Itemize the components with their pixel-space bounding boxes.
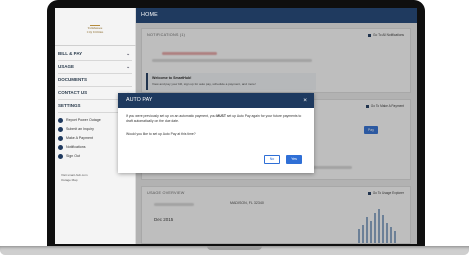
- modal-message-emphasis: MUST: [216, 114, 226, 118]
- sidebar-item-documents[interactable]: DOCUMENTS: [58, 74, 132, 85]
- logo: Tallahassee City Utilities: [66, 17, 124, 43]
- chevron-down-icon: ⌄: [126, 51, 130, 56]
- quick-link-label: Sign Out: [66, 154, 80, 158]
- sidebar-item-label: USAGE: [58, 64, 75, 69]
- alert-icon: [58, 117, 63, 123]
- quick-link-label: Notifications: [66, 145, 86, 149]
- modal-question: Would you like to set up Auto Pay at thi…: [126, 132, 196, 136]
- quick-link-label: Report Power Outage: [66, 118, 101, 122]
- modal-header: AUTO PAY ×: [118, 93, 314, 108]
- quick-link-label: Make A Payment: [66, 136, 93, 140]
- sidebar-item-bill-pay[interactable]: BILL & PAY ⌄: [58, 48, 132, 59]
- inquiry-icon: [58, 126, 63, 132]
- chevron-down-icon: ⌄: [126, 64, 130, 69]
- sidebar-item-label: BILL & PAY: [58, 51, 83, 56]
- logo-line-2: City Utilities: [86, 29, 104, 34]
- divider: [55, 45, 136, 46]
- close-icon[interactable]: ×: [303, 93, 307, 108]
- laptop-notch: [207, 246, 262, 250]
- payment-icon: [58, 135, 63, 141]
- sidebar-item-usage[interactable]: USAGE ⌄: [58, 61, 132, 72]
- sidebar-item-label: DOCUMENTS: [58, 77, 87, 82]
- sidebar-item-label: CONTACT US: [58, 90, 88, 95]
- sign-out-icon: [58, 153, 63, 159]
- auto-pay-modal: AUTO PAY × If you were previously set up…: [118, 93, 314, 173]
- bell-icon: [58, 144, 63, 150]
- modal-title: AUTO PAY: [126, 97, 153, 103]
- no-button[interactable]: No: [264, 155, 280, 164]
- header-bar: HOME: [136, 8, 417, 23]
- footer-link-outage-map[interactable]: Outage Map: [61, 178, 78, 183]
- yes-button[interactable]: Yes: [286, 155, 302, 164]
- sidebar-item-label: SETTINGS: [58, 103, 81, 108]
- page-title: HOME: [141, 12, 158, 18]
- modal-message: If you were previously set up on an auto…: [126, 114, 306, 124]
- modal-message-pre: If you were previously set up on an auto…: [126, 114, 217, 118]
- quick-link-label: Submit an Inquiry: [66, 127, 94, 131]
